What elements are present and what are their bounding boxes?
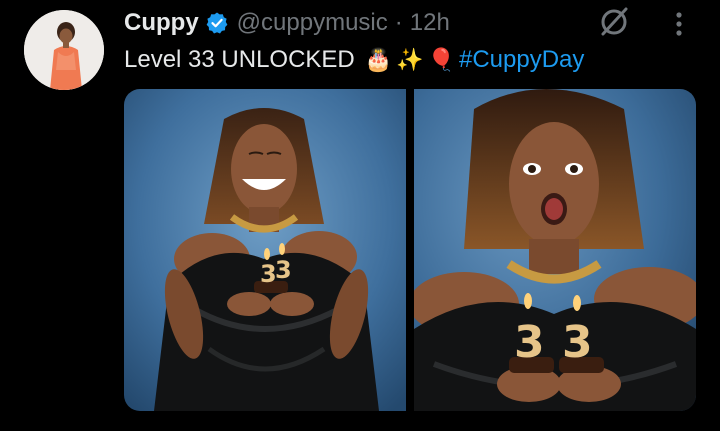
media-grid: 3 3 3 3 — [124, 89, 696, 411]
display-name[interactable]: Cuppy — [124, 9, 199, 37]
grok-icon[interactable] — [597, 5, 631, 39]
avatar[interactable] — [24, 10, 104, 90]
author-handle[interactable]: @cuppymusic — [237, 9, 388, 37]
cake-emoji: 🎂 — [364, 47, 393, 73]
tweet-text-main: Level 33 UNLOCKED — [124, 46, 355, 73]
svg-text:3: 3 — [562, 317, 593, 368]
sparkles-emoji: ✨ — [396, 47, 424, 73]
photo-1[interactable]: 3 3 — [124, 89, 406, 411]
hashtag-link[interactable]: #CuppyDay — [459, 46, 584, 74]
tweet-header: Cuppy @cuppymusic · 12h — [124, 6, 450, 40]
timestamp[interactable]: 12h — [410, 9, 450, 37]
header-separator: · — [394, 9, 403, 36]
photo-2[interactable]: 3 3 — [414, 89, 696, 411]
svg-text:3: 3 — [514, 317, 545, 368]
photo-2-image: 3 3 — [414, 89, 696, 411]
tweet[interactable]: Cuppy @cuppymusic · 12h Level 33 UNLOCKE… — [0, 0, 720, 431]
balloon-emoji: 🎈 — [427, 47, 455, 73]
tweet-text: Level 33 UNLOCKED 🎂 ✨ 🎈 #CuppyDay — [124, 44, 584, 76]
verified-badge-icon — [205, 11, 229, 35]
avatar-image — [24, 10, 104, 90]
more-options-icon[interactable] — [666, 8, 692, 40]
photo-1-image: 3 3 — [124, 89, 406, 411]
svg-text:3: 3 — [275, 256, 292, 284]
